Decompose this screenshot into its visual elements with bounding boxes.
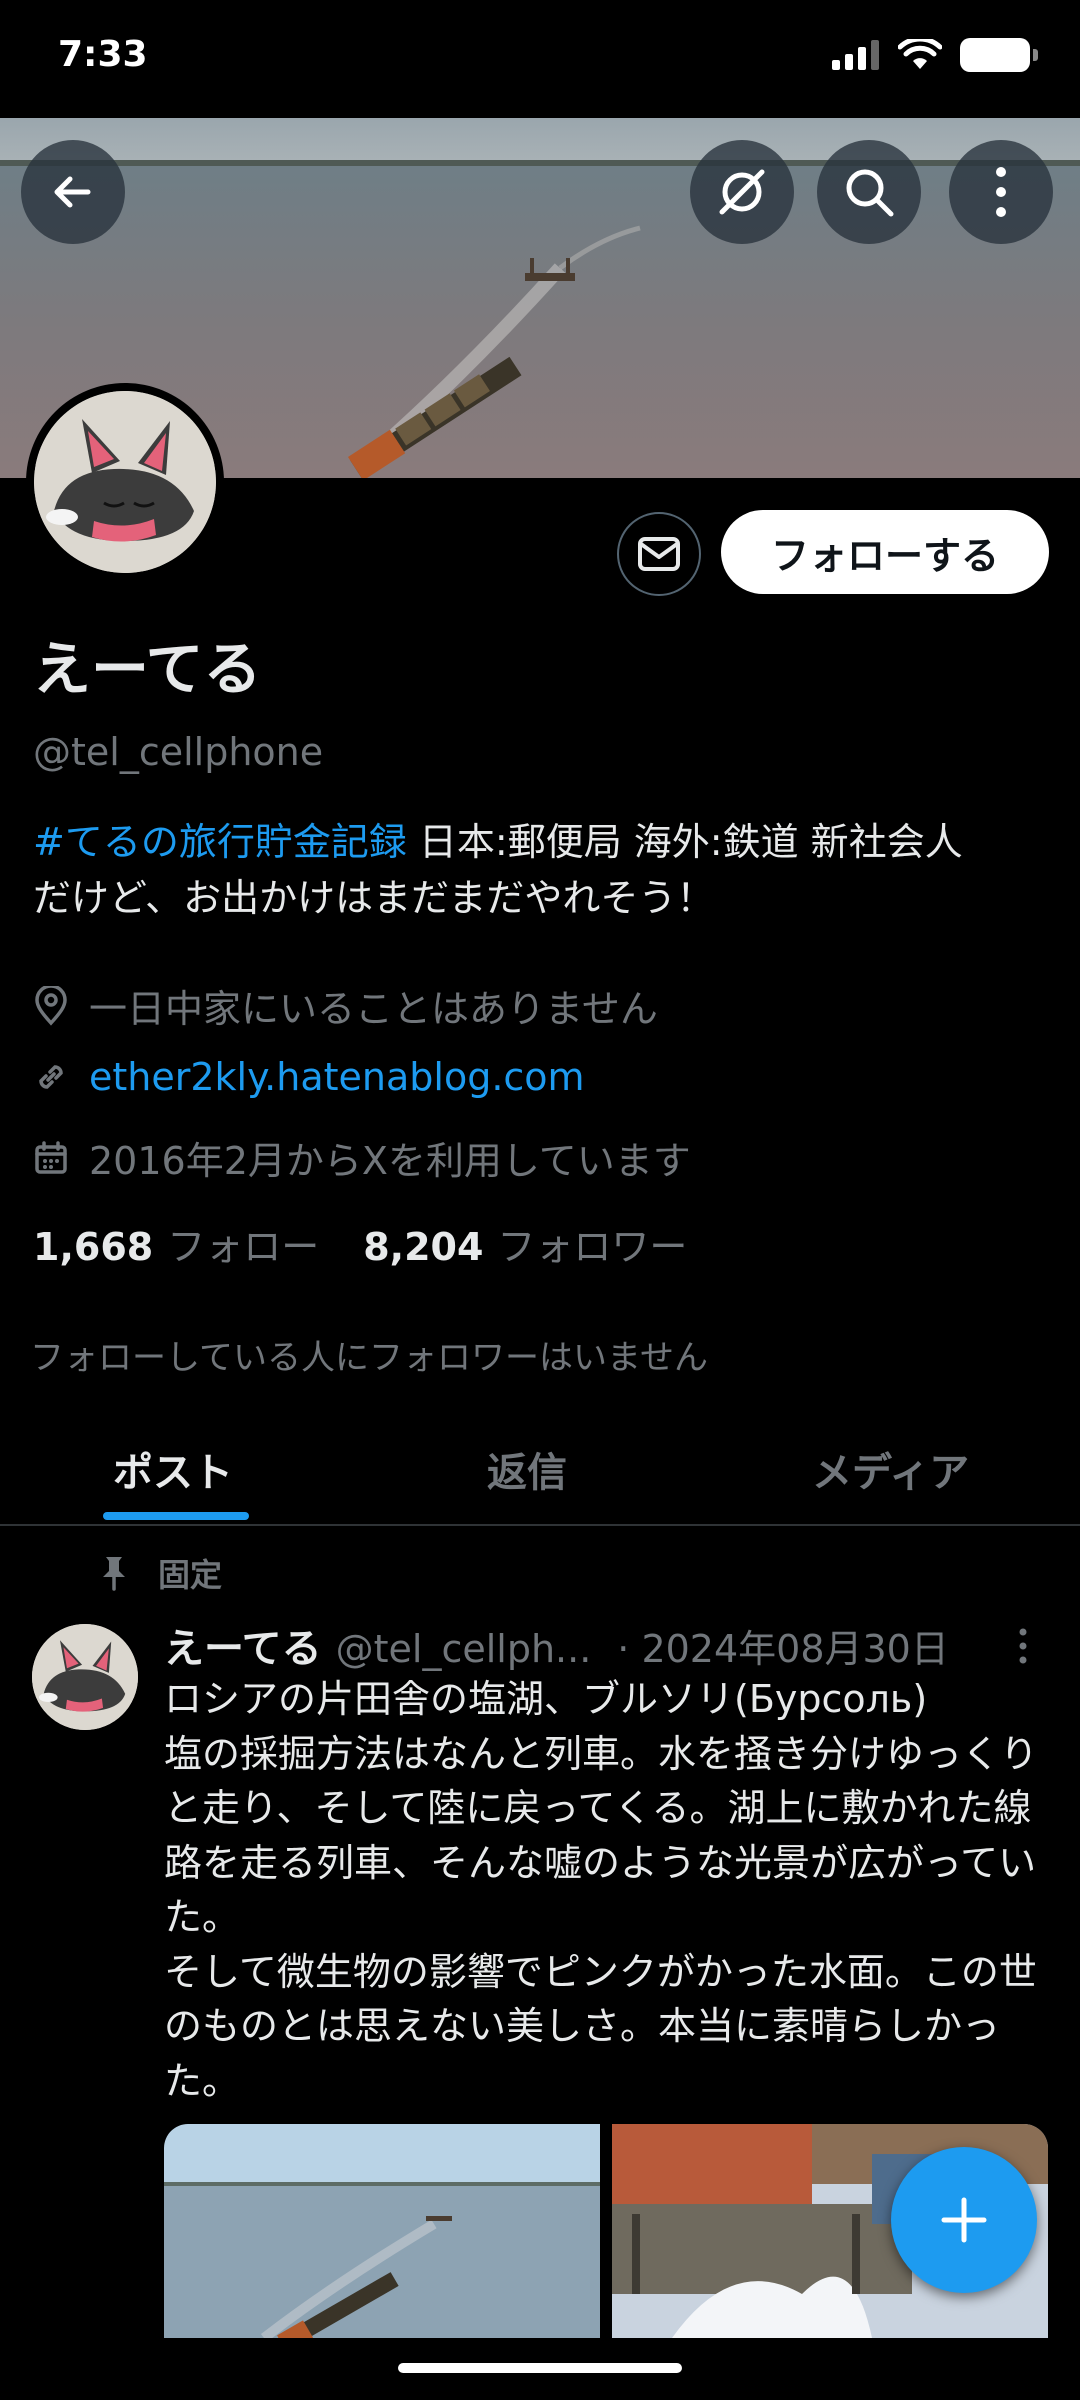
pinned-label: 固定 [158,1556,223,1594]
profile-bio: #てるの旅行貯金記録 日本:郵便局 海外:鉄道 新社会人 だけど、お出かけはまだ… [33,814,1053,926]
active-tab-indicator [103,1512,249,1520]
profile-website[interactable]: ether2kly.hatenablog.com [33,1055,585,1099]
tab-media[interactable]: メディア [812,1440,969,1498]
post-author-avatar[interactable] [32,1624,138,1730]
followers-you-know[interactable]: フォローしている人にフォロワーはいません [30,1330,708,1379]
location-text: 一日中家にいることはありません [89,987,658,1031]
bio-hashtag-link[interactable]: #てるの旅行貯金記録 [33,820,407,864]
profile-tabs: ポスト 返信 メディア [0,1420,1080,1526]
tab-posts[interactable]: ポスト [113,1440,233,1498]
bio-text-line2: だけど、お出かけはまだまだやれそう！ [33,876,715,920]
following-count: 1,668 [33,1225,154,1269]
status-icons [832,38,1038,72]
post-text: ロシアの片田舎の塩湖、ブルソリ(Бурсоль) 塩の採掘方法はなんと列車。水を… [164,1677,1039,2103]
followers-label: フォロワー [497,1225,688,1269]
more-vertical-icon [1019,1628,1027,1664]
search-icon [846,169,894,217]
arrow-left-icon [54,176,91,208]
link-icon [39,1065,63,1089]
wifi-icon [898,39,942,69]
status-time: 7:33 [58,34,148,75]
post-author-handle[interactable]: @tel_cellph... [336,1627,592,1671]
profile-joined: 2016年2月からXを利用しています [33,1130,691,1185]
post-author-name[interactable]: えーてる [164,1616,322,1674]
compose-post-button[interactable] [891,2147,1037,2293]
follow-button[interactable]: フォローする [721,510,1049,594]
signal-icon [832,40,879,70]
message-button[interactable] [617,512,701,596]
profile-avatar[interactable] [26,383,224,581]
status-bar: 7:33 [0,0,1080,118]
home-indicator[interactable] [398,2363,682,2373]
display-name: えーてる [33,635,262,703]
grok-button[interactable] [690,140,794,244]
battery-icon [960,38,1038,72]
post-date[interactable]: · 2024年08月30日 [617,1618,949,1673]
cat-avatar-image [32,1624,138,1730]
pin-icon [103,1557,125,1591]
mail-icon [638,537,680,571]
cat-avatar-image [34,391,216,573]
plus-icon [941,2197,987,2243]
calendar-icon [35,1140,67,1174]
following-label: フォロー [167,1225,320,1269]
more-vertical-icon [996,167,1006,217]
more-button[interactable] [949,140,1053,244]
bio-text: 日本:郵便局 海外:鉄道 新社会人 [406,820,963,864]
joined-text: 2016年2月からXを利用しています [89,1139,691,1183]
follow-counts: 1,668 フォロー 8,204 フォロワー [33,1216,687,1271]
location-pin-icon [35,985,67,1026]
pinned-indicator: 固定 [100,1550,222,1596]
search-button[interactable] [817,140,921,244]
following-link[interactable]: 1,668 フォロー [33,1216,319,1271]
back-button[interactable] [21,140,125,244]
profile-location: 一日中家にいることはありません [33,978,658,1033]
website-link[interactable]: ether2kly.hatenablog.com [89,1055,585,1099]
tab-replies[interactable]: 返信 [487,1440,567,1498]
followers-link[interactable]: 8,204 フォロワー [363,1216,687,1271]
user-handle: @tel_cellphone [33,730,324,774]
grok-icon [719,169,765,215]
post-media-1[interactable] [164,2124,600,2338]
followers-count: 8,204 [363,1225,484,1269]
post-header: えーてる @tel_cellph... · 2024年08月30日 [164,1616,1044,1674]
post-more-button[interactable] [1016,1628,1030,1668]
